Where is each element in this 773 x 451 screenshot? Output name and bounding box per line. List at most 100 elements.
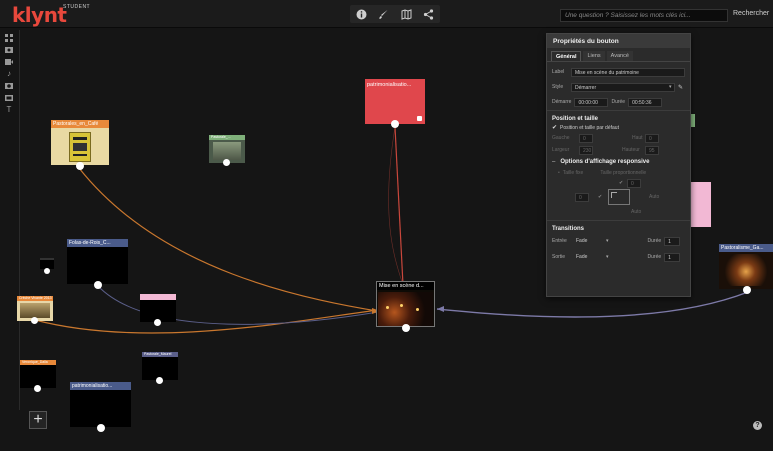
node-mise-en-scene[interactable]: Mise en scène d... xyxy=(376,281,435,332)
left-field[interactable]: 0 xyxy=(579,133,593,143)
exit-label: Sortie xyxy=(552,254,566,260)
node-patrimonialisation-top[interactable]: patrimonialisatio... xyxy=(365,79,425,128)
poster-thumbnail xyxy=(69,132,91,162)
panel-title: Propriétés du bouton xyxy=(547,34,690,48)
brush-icon[interactable] xyxy=(377,7,391,21)
collapse-icon[interactable]: – xyxy=(552,159,555,165)
music-icon[interactable]: ♪ xyxy=(5,69,14,78)
fixed-size-radio[interactable]: • xyxy=(558,170,560,176)
photo-thumbnail xyxy=(20,303,50,318)
node-label: patrimonialisatio... xyxy=(367,82,412,88)
connector-handle[interactable] xyxy=(97,424,105,432)
style-select[interactable]: Démarrer xyxy=(571,82,675,92)
entry-duration-field[interactable]: 1 xyxy=(664,236,681,246)
screen-icon[interactable] xyxy=(5,93,14,102)
exit-select[interactable]: Fade xyxy=(573,253,603,262)
edge-left-to-mise xyxy=(34,309,379,334)
entry-select[interactable]: Fade xyxy=(573,237,603,246)
connector-handle[interactable] xyxy=(391,120,399,128)
top-toolbar xyxy=(350,5,440,23)
logo-subtitle: STUDENT xyxy=(63,4,91,10)
connector-handle[interactable] xyxy=(402,324,410,332)
connector-handle[interactable] xyxy=(743,286,751,294)
node-creche-vivante[interactable]: Crèche Vivante 2013 xyxy=(17,296,53,324)
connector-handle[interactable] xyxy=(154,319,161,326)
chevron-down-icon[interactable]: ▾ xyxy=(606,254,609,260)
pencil-icon[interactable]: ✎ xyxy=(678,84,683,91)
node-pink-small[interactable]: ... xyxy=(140,294,176,326)
grid-icon[interactable] xyxy=(5,33,14,42)
node-pastoralisme-cafe[interactable]: Pastorales_en_Café xyxy=(51,120,109,170)
check-icon[interactable]: ✔ xyxy=(598,194,602,200)
tab-liens[interactable]: Liens xyxy=(583,51,605,61)
text-icon[interactable]: T xyxy=(5,105,14,114)
connector-handle[interactable] xyxy=(34,385,41,392)
node-patrimonialisation-bottom[interactable]: patrimonialisatio... xyxy=(70,382,131,432)
anchor-bottom-label: Auto xyxy=(631,209,642,215)
anchor-top-field[interactable]: 0 xyxy=(627,179,641,188)
klynt-logo[interactable]: klynt xyxy=(12,3,67,27)
info-icon[interactable] xyxy=(354,7,368,21)
connector-handle[interactable] xyxy=(44,268,50,274)
exit-duration-field[interactable]: 1 xyxy=(664,252,681,262)
left-top-row: Gauche 0 Haut 0 xyxy=(547,132,690,144)
search-button[interactable]: Rechercher xyxy=(733,10,769,17)
connector-handle[interactable] xyxy=(156,377,163,384)
check-icon[interactable]: ✔ xyxy=(552,124,557,131)
height-label: Hauteur xyxy=(622,147,640,153)
node-label: Pastorale_... xyxy=(209,135,245,140)
video-icon[interactable] xyxy=(5,57,14,66)
properties-panel: Propriétés du bouton Général Liens Avanc… xyxy=(546,33,691,297)
chevron-down-icon[interactable]: ▾ xyxy=(669,84,672,90)
node-pastorale-small[interactable]: Pastorale_... xyxy=(209,135,245,166)
check-icon[interactable]: ✔ xyxy=(619,180,623,186)
node-label: Crèche Vivante 2013 xyxy=(17,296,53,301)
photo-thumbnail xyxy=(721,254,771,286)
start-field[interactable]: 00:00:00 xyxy=(574,97,609,107)
responsive-section-title: Options d'affichage responsive xyxy=(560,159,650,165)
left-label: Gauche xyxy=(552,135,570,141)
map-icon[interactable] xyxy=(399,7,413,21)
entry-row: Entrée Fade ▾ Durée 1 xyxy=(547,235,690,247)
photo-thumbnail xyxy=(213,142,241,160)
connector-handle[interactable] xyxy=(94,281,102,289)
default-position-row: ✔ Position et taille par défaut xyxy=(547,123,690,132)
node-pink-hidden[interactable] xyxy=(688,182,711,227)
node-veronique[interactable]: Veronique_Dalla xyxy=(20,360,56,392)
node-label: Pastorale_Maurel xyxy=(142,352,178,357)
search-input[interactable] xyxy=(560,9,728,22)
connector-handle[interactable] xyxy=(76,162,84,170)
record-icon[interactable] xyxy=(5,81,14,90)
connector-handle[interactable] xyxy=(31,317,38,324)
anchor-left-field[interactable]: 0 xyxy=(575,193,589,202)
height-field[interactable]: 95 xyxy=(645,145,659,155)
trash-icon[interactable] xyxy=(417,116,422,121)
node-label: Pastorales_en_Café xyxy=(51,120,109,128)
node-pastorale-maurel[interactable]: Pastorale_Maurel xyxy=(142,352,178,384)
arrow-head xyxy=(437,306,444,312)
add-node-button[interactable]: + xyxy=(29,411,47,429)
tab-avance[interactable]: Avancé xyxy=(606,51,633,61)
width-field[interactable]: 230 xyxy=(579,145,593,155)
node-small-black[interactable] xyxy=(40,258,54,274)
anchor-right-label: Auto xyxy=(649,194,660,200)
exit-row: Sortie Fade ▾ Durée 1 xyxy=(547,251,690,263)
entry-label: Entrée xyxy=(552,238,567,244)
share-icon[interactable] xyxy=(422,7,436,21)
width-label: Largeur xyxy=(552,147,570,153)
tab-general[interactable]: Général xyxy=(551,51,582,61)
node-label: ... xyxy=(140,294,176,300)
top-field[interactable]: 0 xyxy=(645,133,659,143)
node-pastoralisme-ga[interactable]: Pastoralisme_Ga... xyxy=(719,244,773,294)
anchor-box[interactable] xyxy=(608,189,630,205)
chevron-down-icon[interactable]: ▾ xyxy=(606,238,609,244)
connector-handle[interactable] xyxy=(223,159,230,166)
duration-field[interactable]: 00:50:36 xyxy=(628,97,663,107)
label-field[interactable]: Mise en scène du patrimoine xyxy=(571,67,685,77)
node-foles-de-rois[interactable]: Folas-de-Rois_C... xyxy=(67,239,128,289)
default-position-label: Position et taille par défaut xyxy=(560,124,619,131)
image-icon[interactable] xyxy=(5,45,14,54)
style-row: Style Démarrer ▾ ✎ xyxy=(547,81,690,93)
help-icon[interactable]: ? xyxy=(753,421,762,430)
proportional-size-label[interactable]: Taille proportionnelle xyxy=(600,170,646,176)
